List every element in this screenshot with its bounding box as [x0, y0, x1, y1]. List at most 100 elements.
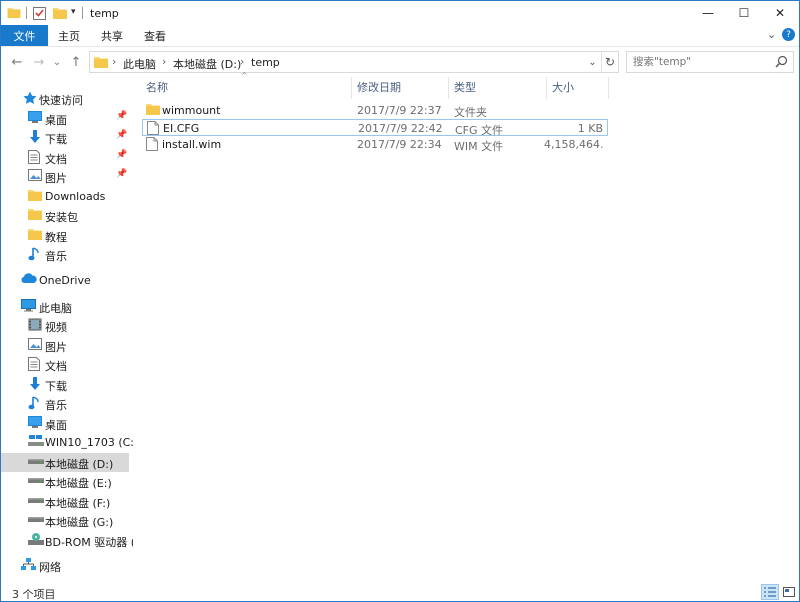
large-icons-view-button[interactable]	[780, 584, 798, 600]
column-header-size[interactable]: 大小	[552, 79, 574, 97]
file-row[interactable]: install.wim 2017/7/9 22:34 WIM 文件 4,158,464…	[142, 136, 608, 153]
address-dropdown-button[interactable]: ⌄	[584, 52, 601, 72]
nav-quick-access-item[interactable]: 教程	[1, 226, 129, 245]
nav-quick-access-item[interactable]: 桌面 📌	[1, 109, 129, 128]
nav-quick-access[interactable]: 快速访问	[1, 89, 129, 108]
drive-icon	[28, 494, 44, 508]
document-icon	[28, 357, 42, 371]
nav-this-pc-item[interactable]: 下载	[1, 375, 129, 394]
back-button[interactable]: ←	[8, 53, 26, 71]
file-row[interactable]: wimmount 2017/7/9 22:37 文件夹	[142, 102, 608, 119]
nav-this-pc-item[interactable]: 文档	[1, 355, 129, 374]
close-button[interactable]: ✕	[763, 1, 797, 25]
column-header-type[interactable]: 类型	[454, 79, 476, 97]
nav-this-pc-item[interactable]: WIN10_1703 (C:)	[1, 433, 133, 452]
nav-item-label: Downloads	[45, 189, 106, 203]
folder-icon	[28, 208, 42, 222]
optical-drive-icon	[28, 532, 44, 547]
column-divider[interactable]	[351, 77, 352, 99]
nav-this-pc-item[interactable]: 本地磁盘 (F:)	[1, 492, 129, 511]
file-size: 4,158,464...	[544, 138, 604, 151]
file-date: 2017/7/9 22:34	[357, 138, 442, 151]
tab-file[interactable]: 文件	[1, 25, 48, 46]
search-input[interactable]	[633, 55, 769, 69]
nav-item-label: 桌面	[45, 418, 67, 432]
nav-item-label: 下载	[45, 133, 67, 146]
tab-share[interactable]: 共享	[101, 25, 123, 46]
refresh-button[interactable]: ↻	[601, 52, 618, 72]
nav-quick-access-item[interactable]: 安装包	[1, 206, 129, 225]
nav-item-label: 本地磁盘 (E:)	[45, 477, 112, 490]
file-row[interactable]: EI.CFG 2017/7/9 22:42 CFG 文件 1 KB	[142, 119, 608, 137]
nav-onedrive[interactable]: OneDrive	[1, 271, 129, 290]
forward-button[interactable]: →	[30, 53, 48, 71]
help-icon[interactable]: ?	[782, 28, 795, 41]
file-name: wimmount	[162, 104, 221, 117]
nav-quick-access-item[interactable]: Downloads	[1, 187, 129, 206]
new-folder-icon[interactable]	[53, 6, 67, 19]
status-bar: 3 个项目	[1, 583, 799, 601]
search-box[interactable]	[626, 51, 794, 73]
column-divider[interactable]	[448, 77, 449, 99]
pin-icon: 📌	[116, 149, 128, 160]
nav-this-pc-item[interactable]: BD-ROM 驱动器 (I	[1, 531, 133, 550]
expand-ribbon-button[interactable]: ⌄	[767, 28, 776, 41]
file-date: 2017/7/9 22:42	[358, 122, 443, 135]
video-icon	[28, 318, 42, 332]
file-type: 文件夹	[454, 106, 487, 119]
explorer-window: ▾ temp — ☐ ✕ 文件 主页 共享 查看 ⌄ ? ← → ⌄ ↑ › 此…	[0, 0, 800, 602]
nav-quick-access-item[interactable]: 文档 📌	[1, 148, 129, 167]
nav-this-pc-item[interactable]: 本地磁盘 (G:)	[1, 511, 129, 530]
nav-quick-access-item[interactable]: 图片 📌	[1, 167, 129, 186]
nav-this-pc[interactable]: 此电脑	[1, 297, 129, 316]
column-divider[interactable]	[608, 77, 609, 99]
file-size: 1 KB	[577, 122, 603, 135]
nav-item-label: 音乐	[45, 250, 67, 263]
column-divider[interactable]	[546, 77, 547, 99]
drive-icon	[28, 474, 44, 488]
breadcrumb-this-pc[interactable]: 此电脑	[123, 56, 156, 72]
breadcrumb-separator[interactable]: ›	[162, 55, 166, 68]
nav-this-pc-item[interactable]: 音乐	[1, 394, 129, 413]
nav-this-pc-item[interactable]: 图片	[1, 336, 129, 355]
nav-quick-access-item[interactable]: 下载 📌	[1, 128, 129, 147]
minimize-button[interactable]: —	[691, 1, 725, 25]
breadcrumb-drive-d[interactable]: 本地磁盘 (D:)	[173, 56, 241, 72]
window-title: temp	[90, 7, 119, 20]
breadcrumb-separator[interactable]: ›	[112, 55, 116, 68]
customize-toolbar-dropdown[interactable]: ▾	[71, 7, 76, 17]
recent-locations-button[interactable]: ⌄	[48, 53, 66, 71]
nav-quick-access-item[interactable]: 音乐	[1, 245, 129, 264]
nav-this-pc-item[interactable]: 桌面	[1, 414, 129, 433]
nav-this-pc-item[interactable]: 本地磁盘 (E:)	[1, 472, 129, 491]
details-view-button[interactable]	[761, 584, 779, 600]
onedrive-icon	[21, 272, 37, 287]
quick-access-icon	[23, 91, 37, 105]
up-button[interactable]: ↑	[67, 53, 85, 71]
maximize-button[interactable]: ☐	[727, 1, 761, 25]
nav-item-label: 安装包	[45, 211, 78, 224]
nav-this-pc-item[interactable]: 视频	[1, 316, 129, 335]
nav-item-label: OneDrive	[39, 273, 91, 287]
this-pc-icon	[21, 298, 36, 313]
nav-this-pc-item[interactable]: 本地磁盘 (D:)	[1, 452, 129, 472]
sort-ascending-indicator: ^	[241, 71, 248, 80]
breadcrumb-temp[interactable]: temp	[251, 56, 280, 69]
address-bar[interactable]: › 此电脑 › 本地磁盘 (D:) › temp ⌄ ↻	[89, 51, 619, 73]
folder-icon	[94, 57, 108, 68]
download-icon	[28, 130, 42, 144]
breadcrumb-separator[interactable]: ›	[240, 55, 244, 68]
nav-item-label: 图片	[45, 172, 67, 185]
tab-home[interactable]: 主页	[58, 25, 80, 46]
nav-network[interactable]: 网络	[1, 556, 129, 575]
file-name: EI.CFG	[163, 122, 200, 135]
folder-icon	[28, 189, 42, 203]
file-name: install.wim	[162, 138, 222, 151]
properties-icon[interactable]	[33, 6, 46, 20]
picture-icon	[28, 169, 42, 183]
column-header-name[interactable]: 名称	[146, 79, 168, 97]
pin-icon: 📌	[116, 110, 128, 121]
search-icon[interactable]	[775, 55, 788, 68]
column-header-date[interactable]: 修改日期	[357, 79, 401, 97]
tab-view[interactable]: 查看	[144, 25, 166, 46]
